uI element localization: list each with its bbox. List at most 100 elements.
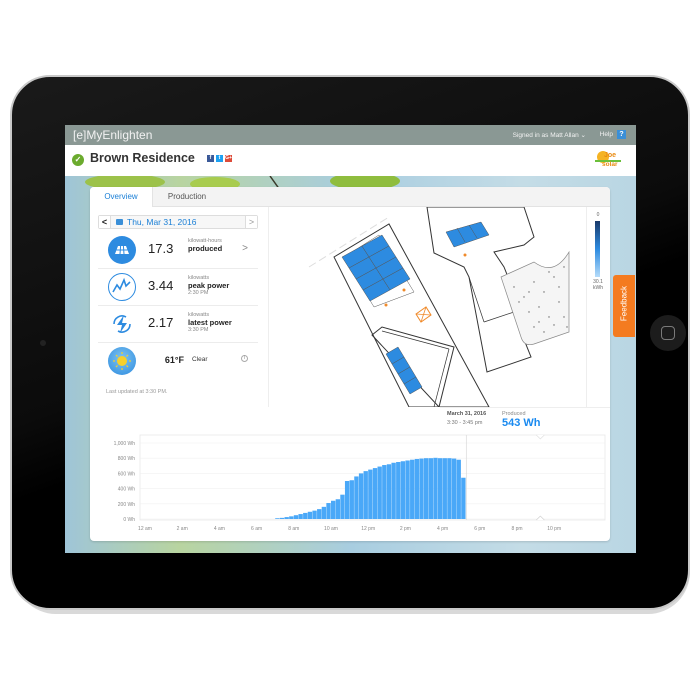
chart-bar <box>442 458 447 519</box>
chart-bar <box>396 462 401 519</box>
tab-bar: Overview Production <box>90 187 610 207</box>
google-plus-icon[interactable]: G+ <box>225 155 232 162</box>
date-navigator: < Thu, Mar 31, 2016 > <box>98 215 258 229</box>
gravel-area <box>500 250 570 346</box>
chart-bar <box>447 458 452 519</box>
chart-bar <box>461 477 466 519</box>
energy-produced-stat[interactable]: 17.3 kilowatt-hours produced > <box>98 232 258 269</box>
date-picker[interactable]: Thu, Mar 31, 2016 <box>127 217 196 228</box>
chart-bar <box>368 469 373 519</box>
chart-bar <box>303 512 308 519</box>
weather-stat: 61°F Clear i <box>98 343 258 380</box>
chart-bar <box>372 468 378 519</box>
lightning-icon <box>108 310 136 338</box>
peak-power-icon <box>108 273 136 301</box>
facebook-icon[interactable]: f <box>207 155 214 162</box>
chart-bar <box>279 517 285 519</box>
chart-bar <box>410 459 415 519</box>
energy-legend: 0 30.1 kWh <box>586 207 610 407</box>
help-icon[interactable]: ? <box>617 130 626 139</box>
x-tick-label: 12 am <box>138 526 152 532</box>
solar-panel-icon <box>108 236 136 264</box>
site-header: ✓ Brown Residence f t G+ Joe solar <box>65 145 636 176</box>
chart-bar <box>405 460 410 519</box>
chart-bar <box>312 510 317 519</box>
tooltip-time-range: 3:30 - 3:45 pm <box>447 420 483 426</box>
camera <box>40 340 46 346</box>
chart-bar <box>382 465 387 519</box>
chart-bar <box>358 473 364 519</box>
peak-power-label: peak power <box>188 281 230 290</box>
energy-label: produced <box>188 244 223 253</box>
latest-power-stat: 2.17 kilowatts latest power 3:30 PM <box>98 306 258 343</box>
next-day-button[interactable]: > <box>245 216 257 228</box>
chart-tooltip: March 31, 2016 3:30 - 3:45 pm Produced 5… <box>440 407 610 432</box>
app-logo[interactable]: [e]MyEnlighten <box>73 128 152 142</box>
y-tick-label: 800 Wh <box>118 456 135 462</box>
solar-panels-lower <box>385 346 423 395</box>
chart-bar <box>456 459 461 519</box>
y-tick-label: 400 Wh <box>118 487 135 493</box>
info-icon[interactable]: i <box>241 355 248 362</box>
feedback-button[interactable]: Feedback <box>613 275 635 337</box>
solar-panels-main <box>341 234 411 302</box>
status-ok-icon: ✓ <box>72 154 84 166</box>
sun-weather-icon <box>108 347 136 375</box>
x-tick-label: 10 pm <box>547 526 561 532</box>
peak-power-time: 2:30 PM <box>188 290 209 296</box>
x-tick-label: 2 pm <box>400 526 411 532</box>
x-tick-label: 8 am <box>288 526 299 532</box>
x-tick-label: 6 am <box>251 526 262 532</box>
site-title: Brown Residence <box>90 151 195 165</box>
last-updated-text: Last updated at 3:30 PM. <box>106 389 168 395</box>
chevron-right-icon[interactable]: > <box>242 243 248 254</box>
tab-overview[interactable]: Overview <box>90 187 153 207</box>
help-link[interactable]: Help <box>600 131 613 138</box>
x-tick-label: 2 am <box>177 526 188 532</box>
legend-gradient <box>595 221 600 277</box>
chart-bar <box>349 480 354 519</box>
x-tick-label: 6 pm <box>474 526 485 532</box>
x-tick-label: 4 am <box>214 526 225 532</box>
calendar-icon[interactable] <box>116 219 123 225</box>
production-chart-svg: 0 Wh 200 Wh 400 Wh 600 Wh 800 Wh 1,000 Wh 12 a… <box>114 434 606 532</box>
chart-bar <box>340 494 345 519</box>
y-tick-label: 200 Wh <box>118 502 135 508</box>
chart-bar <box>414 458 420 519</box>
x-tick-label: 8 pm <box>511 526 522 532</box>
chart-bar <box>298 514 303 519</box>
twitter-icon[interactable]: t <box>216 155 223 162</box>
tab-production[interactable]: Production <box>153 187 221 207</box>
chart-bar <box>386 464 392 519</box>
home-button[interactable] <box>650 315 686 351</box>
top-bar: [e]MyEnlighten Signed in as Matt Allan ⌄… <box>65 125 636 145</box>
chart-bar <box>321 506 327 519</box>
roof-layout <box>308 206 570 409</box>
x-tick-label: 10 am <box>324 526 338 532</box>
production-chart[interactable]: 0 Wh 200 Wh 400 Wh 600 Wh 800 Wh 1,000 Wh 12 a… <box>90 432 610 541</box>
legend-max: 30.1 kWh <box>593 279 603 291</box>
legend-min: 0 <box>596 212 600 218</box>
home-icon <box>661 326 675 340</box>
chart-bar <box>424 458 429 519</box>
y-tick-label: 1,000 Wh <box>114 441 136 447</box>
array-map[interactable] <box>268 206 586 409</box>
previous-day-button[interactable]: < <box>99 216 111 228</box>
chart-bar <box>344 481 350 519</box>
chart-bar <box>354 476 359 519</box>
stage: [e]MyEnlighten Signed in as Matt Allan ⌄… <box>0 0 700 700</box>
chart-bar <box>307 511 313 519</box>
chart-bar <box>317 509 322 519</box>
account-menu[interactable]: Signed in as Matt Allan ⌄ <box>513 131 586 139</box>
tooltip-date: March 31, 2016 <box>447 411 487 417</box>
chart-bar <box>284 517 289 519</box>
temperature-value: 61°F <box>164 355 184 365</box>
latest-power-label: latest power <box>188 318 232 327</box>
chart-bar <box>400 461 406 519</box>
chart-bar <box>419 458 424 519</box>
x-tick-label: 12 pm <box>361 526 375 532</box>
chart-bar <box>433 457 438 519</box>
chart-bar <box>331 500 336 519</box>
installer-logo: Joe solar <box>595 149 621 171</box>
x-tick-label: 4 pm <box>437 526 448 532</box>
